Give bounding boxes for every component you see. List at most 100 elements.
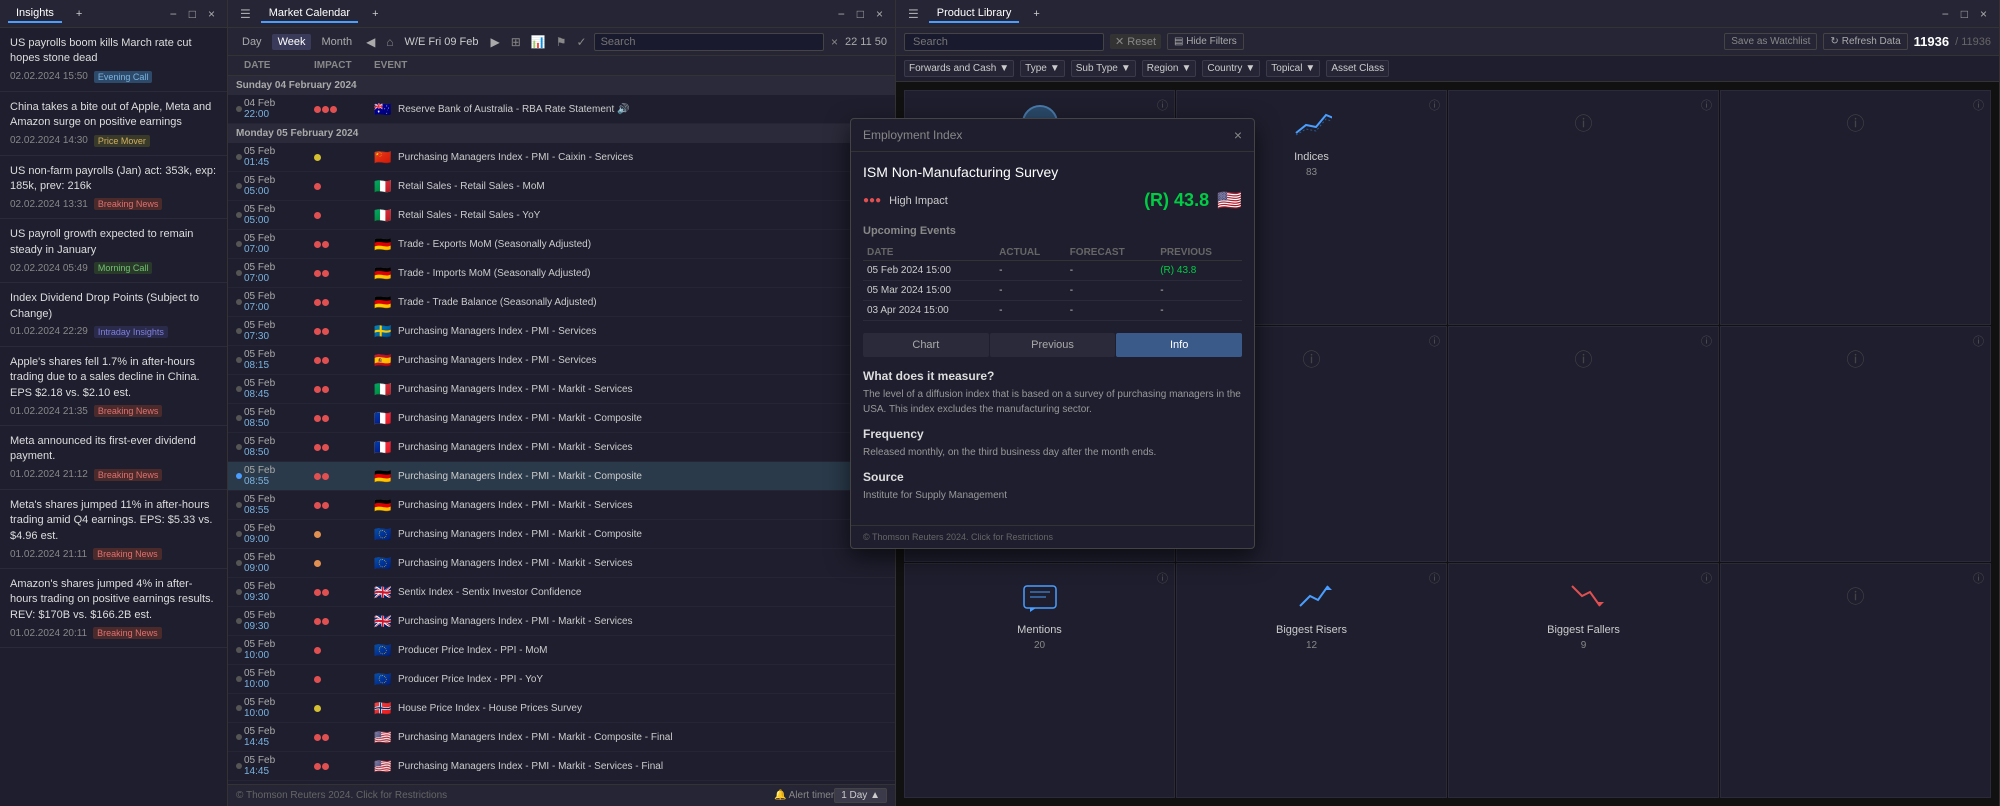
calendar-home-btn[interactable]: ⌂ <box>383 33 396 51</box>
modal-close-btn[interactable]: × <box>1234 127 1242 143</box>
calendar-prev-btn[interactable]: ◀ <box>362 33 379 51</box>
calendar-row[interactable]: 04 Feb22:00 🇦🇺 Reserve Bank of Australia… <box>228 95 895 124</box>
modal-tab-previous[interactable]: Previous <box>990 333 1116 357</box>
product-card-card4[interactable]: ⓘ ⓘ <box>1720 90 1991 325</box>
calendar-minimize-btn[interactable]: − <box>834 5 849 23</box>
product-card-info-icon[interactable]: ⓘ <box>1157 97 1168 113</box>
modal-col-date: DATE <box>863 245 995 261</box>
calendar-row[interactable]: 05 Feb07:00 🇩🇪 Trade - Exports MoM (Seas… <box>228 230 895 259</box>
calendar-alert-btn[interactable]: 🔔 Alert timer <box>774 790 834 801</box>
product-card-card12[interactable]: ⓘ ⓘ <box>1720 563 1991 798</box>
product-card-info-icon[interactable]: ⓘ <box>1701 570 1712 586</box>
product-maximize-btn[interactable]: □ <box>1957 5 1972 23</box>
insights-maximize-btn[interactable]: □ <box>185 5 200 23</box>
filter-topical[interactable]: Topical ▼ <box>1266 60 1320 77</box>
calendar-row[interactable]: 05 Feb10:00 🇪🇺 Producer Price Index - PP… <box>228 665 895 694</box>
product-refresh-btn[interactable]: ↻ Refresh Data <box>1823 33 1907 50</box>
product-card-card8[interactable]: ⓘ ⓘ <box>1720 326 1991 561</box>
product-search-input[interactable] <box>904 33 1104 51</box>
calendar-check-icon[interactable]: ✓ <box>574 33 590 51</box>
calendar-row[interactable]: 05 Feb10:00 🇪🇺 Producer Price Index - PP… <box>228 636 895 665</box>
product-card-mentions[interactable]: ⓘ Mentions 20 <box>904 563 1175 798</box>
insights-add-tab[interactable]: + <box>68 6 90 22</box>
news-item[interactable]: Meta's shares jumped 11% in after-hours … <box>0 490 227 569</box>
calendar-row[interactable]: 05 Feb01:45 🇨🇳 Purchasing Managers Index… <box>228 143 895 172</box>
product-search-clear-btn[interactable]: ✕ Reset <box>1110 34 1161 49</box>
calendar-add-tab[interactable]: + <box>364 6 386 22</box>
product-add-tab[interactable]: + <box>1025 6 1047 22</box>
calendar-row[interactable]: 05 Feb09:00 🇪🇺 Purchasing Managers Index… <box>228 549 895 578</box>
calendar-row[interactable]: 05 Feb09:00 🇪🇺 Purchasing Managers Index… <box>228 520 895 549</box>
product-card-info-icon[interactable]: ⓘ <box>1429 333 1440 349</box>
filter-forwards-and-cash[interactable]: Forwards and Cash ▼ <box>904 60 1014 77</box>
calendar-chart-icon[interactable]: 📊 <box>528 33 549 51</box>
product-save-watchlist-btn[interactable]: Save as Watchlist <box>1724 33 1817 50</box>
calendar-row[interactable]: 05 Feb08:50 🇫🇷 Purchasing Managers Index… <box>228 433 895 462</box>
calendar-close-btn[interactable]: × <box>872 5 887 23</box>
news-item[interactable]: US payrolls boom kills March rate cut ho… <box>0 28 227 92</box>
product-card-info-icon[interactable]: ⓘ <box>1429 570 1440 586</box>
cal-row-flag: 🇦🇺 <box>374 103 392 115</box>
calendar-tab[interactable]: Market Calendar <box>261 5 358 23</box>
product-card-biggest-risers[interactable]: ⓘ Biggest Risers 12 <box>1176 563 1447 798</box>
calendar-next-btn[interactable]: ▶ <box>487 33 504 51</box>
product-card-info-icon[interactable]: ⓘ <box>1429 97 1440 113</box>
calendar-row[interactable]: 05 Feb07:00 🇩🇪 Trade - Imports MoM (Seas… <box>228 259 895 288</box>
product-card-info-icon[interactable]: ⓘ <box>1973 570 1984 586</box>
product-card-card3[interactable]: ⓘ ⓘ <box>1448 90 1719 325</box>
product-hamburger-icon[interactable]: ☰ <box>904 5 923 23</box>
calendar-row[interactable]: 05 Feb08:45 🇮🇹 Purchasing Managers Index… <box>228 375 895 404</box>
calendar-row[interactable]: 05 Feb09:30 🇬🇧 Sentix Index - Sentix Inv… <box>228 578 895 607</box>
product-hide-filters-btn[interactable]: ▤ Hide Filters <box>1167 33 1244 50</box>
filter-asset-class[interactable]: Asset Class <box>1326 60 1389 77</box>
calendar-row[interactable]: 05 Feb05:00 🇮🇹 Retail Sales - Retail Sal… <box>228 201 895 230</box>
product-minimize-btn[interactable]: − <box>1938 5 1953 23</box>
insights-close-btn[interactable]: × <box>204 5 219 23</box>
filter-country[interactable]: Country ▼ <box>1202 60 1260 77</box>
calendar-search-input[interactable] <box>594 33 824 51</box>
modal-tab-chart[interactable]: Chart <box>863 333 989 357</box>
calendar-week-btn[interactable]: Week <box>272 34 312 50</box>
calendar-day-btn[interactable]: Day <box>236 34 268 50</box>
news-item[interactable]: Amazon's shares jumped 4% in after-hours… <box>0 569 227 648</box>
calendar-row[interactable]: 05 Feb05:00 🇮🇹 Retail Sales - Retail Sal… <box>228 172 895 201</box>
product-card-info-icon[interactable]: ⓘ <box>1157 570 1168 586</box>
news-item[interactable]: China takes a bite out of Apple, Meta an… <box>0 92 227 156</box>
calendar-row[interactable]: 05 Feb07:30 🇸🇪 Purchasing Managers Index… <box>228 317 895 346</box>
product-card-info-icon[interactable]: ⓘ <box>1973 97 1984 113</box>
calendar-search-clear-btn[interactable]: × <box>828 33 841 51</box>
calendar-row[interactable]: 05 Feb07:00 🇩🇪 Trade - Trade Balance (Se… <box>228 288 895 317</box>
news-item[interactable]: Apple's shares fell 1.7% in after-hours … <box>0 347 227 426</box>
product-card-card7[interactable]: ⓘ ⓘ <box>1448 326 1719 561</box>
product-card-info-icon[interactable]: ⓘ <box>1701 97 1712 113</box>
modal-tab-info[interactable]: Info <box>1116 333 1242 357</box>
calendar-grid-icon[interactable]: ⊞ <box>508 33 524 51</box>
news-item[interactable]: US non-farm payrolls (Jan) act: 353k, ex… <box>0 156 227 220</box>
calendar-maximize-btn[interactable]: □ <box>853 5 868 23</box>
calendar-timeframe-btn[interactable]: 1 Day ▲ <box>834 788 887 803</box>
product-card-info-icon[interactable]: ⓘ <box>1701 333 1712 349</box>
news-item[interactable]: US payroll growth expected to remain ste… <box>0 219 227 283</box>
product-card-biggest-fallers[interactable]: ⓘ Biggest Fallers 9 <box>1448 563 1719 798</box>
filter-type[interactable]: Type ▼ <box>1020 60 1065 77</box>
insights-tab[interactable]: Insights <box>8 5 62 23</box>
calendar-hamburger-icon[interactable]: ☰ <box>236 5 255 23</box>
calendar-row[interactable]: 05 Feb14:45 🇺🇸 Purchasing Managers Index… <box>228 752 895 781</box>
product-card-info-icon[interactable]: ⓘ <box>1973 333 1984 349</box>
insights-minimize-btn[interactable]: − <box>166 5 181 23</box>
calendar-row[interactable]: 05 Feb10:00 🇳🇴 House Price Index - House… <box>228 694 895 723</box>
calendar-row[interactable]: 05 Feb08:55 🇩🇪 Purchasing Managers Index… <box>228 491 895 520</box>
calendar-row[interactable]: 05 Feb08:15 🇪🇸 Purchasing Managers Index… <box>228 346 895 375</box>
news-item[interactable]: Index Dividend Drop Points (Subject to C… <box>0 283 227 347</box>
calendar-row[interactable]: 05 Feb14:45 🇺🇸 Purchasing Managers Index… <box>228 723 895 752</box>
calendar-row[interactable]: 05 Feb09:30 🇬🇧 Purchasing Managers Index… <box>228 607 895 636</box>
product-tab[interactable]: Product Library <box>929 5 1020 23</box>
filter-region[interactable]: Region ▼ <box>1142 60 1197 77</box>
calendar-month-btn[interactable]: Month <box>315 34 358 50</box>
filter-sub-type[interactable]: Sub Type ▼ <box>1071 60 1136 77</box>
calendar-row[interactable]: 05 Feb08:50 🇫🇷 Purchasing Managers Index… <box>228 404 895 433</box>
calendar-flag-icon[interactable]: ⚑ <box>553 33 570 51</box>
product-close-btn[interactable]: × <box>1976 5 1991 23</box>
calendar-row[interactable]: 05 Feb08:55 🇩🇪 Purchasing Managers Index… <box>228 462 895 491</box>
news-item[interactable]: Meta announced its first-ever dividend p… <box>0 426 227 490</box>
